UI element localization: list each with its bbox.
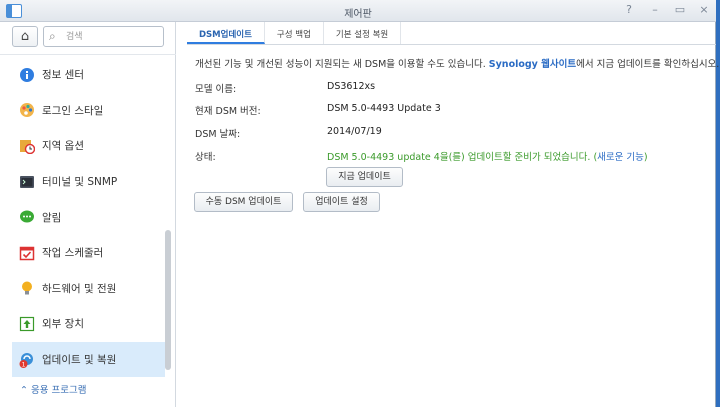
sidebar-item-hardware-power[interactable]: 하드웨어 및 전원	[12, 271, 165, 307]
tab-reset-defaults[interactable]: 기본 설정 복원	[324, 22, 402, 44]
description-text-end: 에서 지금 업데이트를 확인하십시오.	[576, 59, 720, 70]
sidebar-item-label: 작업 스케줄러	[42, 247, 104, 260]
description-text: 개선된 기능 및 개선된 성능이 지원되는 새 DSM을 이용할 수도 있습니다…	[195, 59, 489, 70]
sidebar-scrollbar[interactable]	[165, 230, 171, 370]
sidebar-item-external-devices[interactable]: 외부 장치	[12, 306, 165, 342]
sidebar-item-regional-options[interactable]: 지역 옵션	[12, 128, 165, 164]
status-label: 상태:	[195, 152, 216, 163]
lightbulb-icon	[19, 280, 35, 296]
update-restore-icon: 1	[19, 352, 35, 368]
search-input[interactable]	[66, 30, 160, 44]
synology-website-link[interactable]: Synology 웹사이트	[489, 59, 576, 70]
main-panel: DSM업데이트 구성 백업 기본 설정 복원 개선된 기능 및 개선된 성능이 …	[177, 22, 719, 407]
sidebar-item-label: 하드웨어 및 전원	[42, 282, 117, 295]
sidebar-item-notification[interactable]: 알림	[12, 199, 165, 235]
sidebar-nav: 정보 센터 로그인 스타일 지역 옵션 터미널 및 SNMP 알림 작업 스케줄…	[12, 57, 165, 378]
tab-dsm-update[interactable]: DSM업데이트	[187, 22, 265, 44]
help-icon[interactable]: ?	[622, 3, 636, 16]
control-panel-window: 제어판 ? – ▭ × ⌂ ⌕ 정보 센터 로그인 스타일	[0, 0, 719, 407]
sidebar: ⌂ ⌕ 정보 센터 로그인 스타일 지역	[0, 22, 176, 407]
status-value: DSM 5.0-4493 update 4을(를) 업데이트할 준비가 되었습니…	[327, 149, 648, 163]
upload-arrow-icon	[19, 316, 35, 332]
home-icon: ⌂	[20, 29, 30, 44]
terminal-icon	[19, 174, 35, 190]
minimize-icon[interactable]: –	[648, 3, 662, 16]
sidebar-item-login-style[interactable]: 로그인 스타일	[12, 93, 165, 129]
title-bar: 제어판 ? – ▭ ×	[0, 0, 716, 22]
chat-bubble-icon	[19, 209, 35, 225]
calendar-check-icon	[19, 245, 35, 261]
version-value: DSM 5.0-4493 Update 3	[327, 103, 441, 114]
regional-clock-icon	[19, 138, 36, 155]
search-box[interactable]: ⌕	[43, 26, 164, 47]
apps-section-label: 응용 프로그램	[31, 385, 87, 396]
info-icon	[19, 67, 35, 83]
update-now-button[interactable]: 지금 업데이트	[326, 167, 403, 187]
sidebar-item-terminal-snmp[interactable]: 터미널 및 SNMP	[12, 164, 165, 200]
palette-icon	[19, 102, 35, 118]
sidebar-item-label: 알림	[42, 211, 62, 224]
model-label: 모델 이름:	[195, 84, 237, 95]
model-value: DS3612xs	[327, 81, 376, 92]
close-icon[interactable]: ×	[697, 3, 711, 16]
maximize-icon[interactable]: ▭	[673, 3, 687, 16]
sidebar-divider	[0, 54, 176, 55]
sidebar-item-task-scheduler[interactable]: 작업 스케줄러	[12, 235, 165, 271]
sidebar-item-label: 터미널 및 SNMP	[42, 176, 118, 189]
update-description: 개선된 기능 및 개선된 성능이 지원되는 새 DSM을 이용할 수도 있습니다…	[195, 56, 719, 70]
sidebar-item-update-restore[interactable]: 1 업데이트 및 복원	[12, 341, 165, 378]
home-button[interactable]: ⌂	[12, 26, 38, 47]
chevron-up-icon: ⌃	[20, 385, 28, 396]
status-text: DSM 5.0-4493 update 4을(를) 업데이트할 준비가 되었습니…	[327, 152, 591, 163]
update-settings-button[interactable]: 업데이트 설정	[303, 192, 380, 212]
tab-bar: DSM업데이트 구성 백업 기본 설정 복원	[187, 22, 716, 45]
update-badge: 1	[22, 361, 26, 368]
date-value: 2014/07/19	[327, 126, 382, 137]
whats-new-link[interactable]: 새로운 기능	[597, 152, 644, 163]
sidebar-item-label: 정보 센터	[42, 69, 84, 82]
status-paren-close: )	[643, 152, 648, 163]
window-title: 제어판	[344, 9, 372, 20]
version-label: 현재 DSM 버전:	[195, 106, 261, 117]
tab-config-backup[interactable]: 구성 백업	[265, 22, 324, 44]
sidebar-item-label: 지역 옵션	[42, 140, 84, 153]
date-label: DSM 날짜:	[195, 129, 241, 140]
apps-section-toggle[interactable]: ⌃ 응용 프로그램	[20, 382, 86, 396]
sidebar-item-label: 로그인 스타일	[42, 104, 104, 117]
sidebar-item-label: 외부 장치	[42, 318, 84, 331]
search-icon: ⌕	[49, 29, 56, 43]
sidebar-item-label: 업데이트 및 복원	[42, 354, 117, 367]
sidebar-item-info-center[interactable]: 정보 센터	[12, 57, 165, 93]
manual-dsm-update-button[interactable]: 수동 DSM 업데이트	[194, 192, 293, 212]
